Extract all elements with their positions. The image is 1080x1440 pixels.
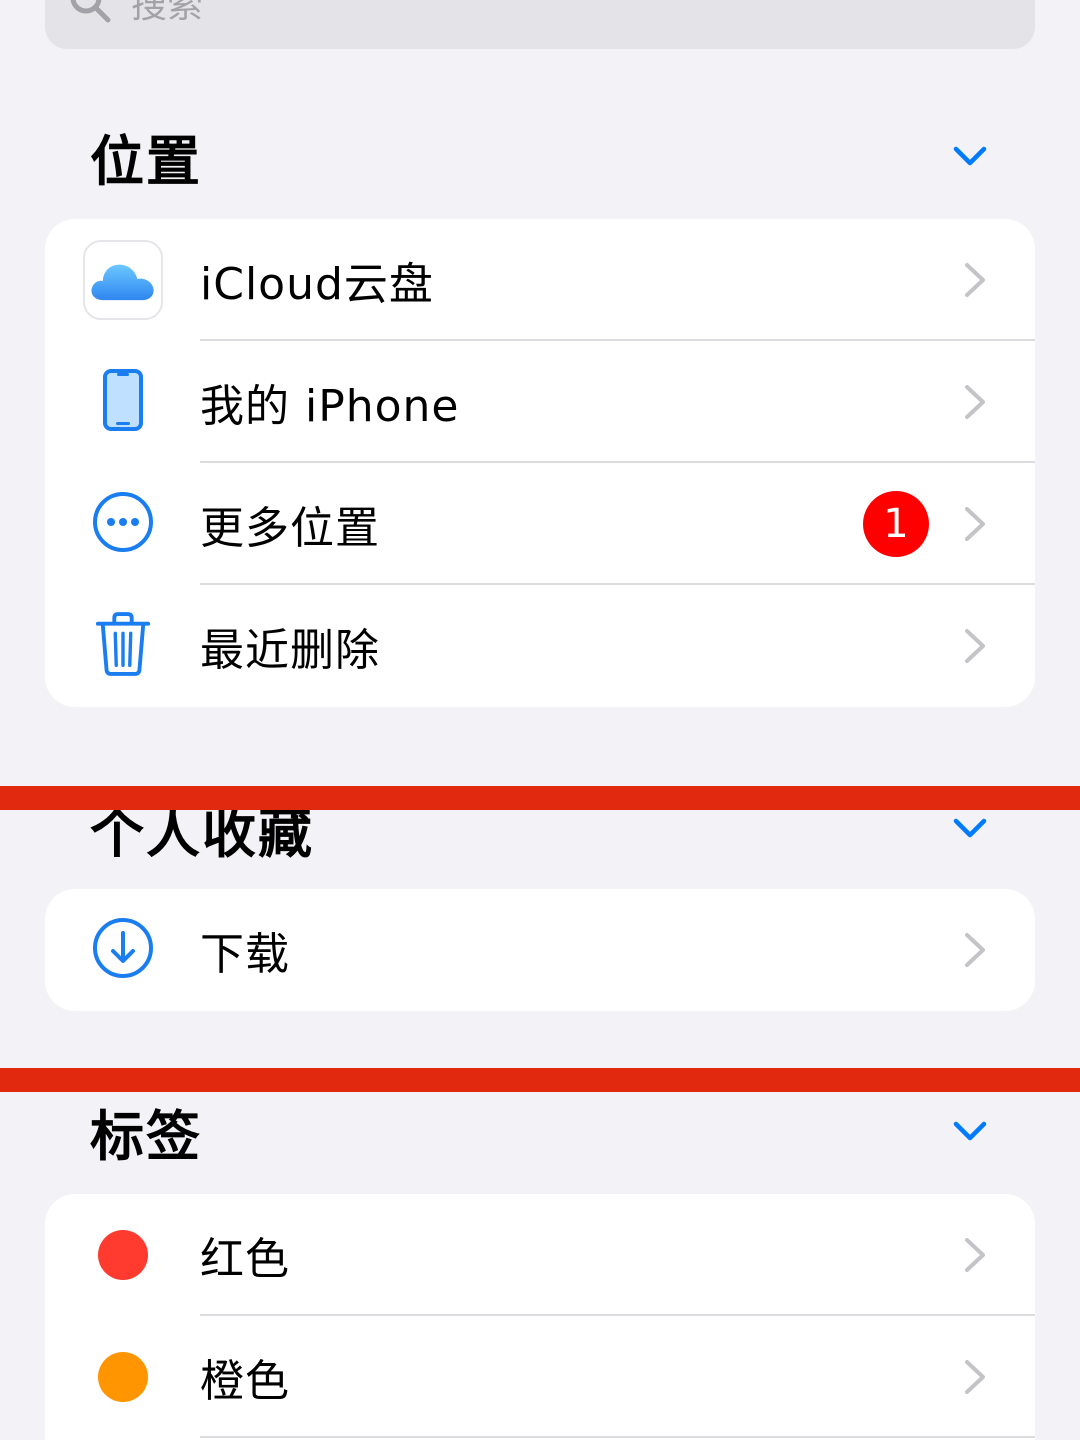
list-item-downloads[interactable]: 下载	[45, 889, 1035, 1011]
search-input[interactable]: 搜索	[45, 0, 1035, 49]
chevron-right-icon	[963, 1235, 987, 1275]
chevron-right-icon	[963, 382, 987, 422]
list-item-tag-orange[interactable]: 橙色	[45, 1316, 1035, 1438]
chevron-right-icon	[963, 626, 987, 666]
list-item-label: 最近删除	[200, 625, 380, 676]
tags-list: 红色 橙色	[45, 1194, 1035, 1440]
chevron-right-icon	[963, 1357, 987, 1397]
red-tag-icon	[97, 1230, 148, 1280]
section-title-locations: 位置	[90, 129, 202, 193]
orange-tag-icon	[97, 1352, 148, 1402]
list-item-label: 更多位置	[200, 503, 380, 554]
annotation-line	[0, 1068, 1080, 1092]
search-icon	[67, 0, 131, 29]
notification-badge: 1	[863, 491, 929, 557]
list-item-label: 橙色	[200, 1356, 290, 1407]
search-placeholder: 搜索	[131, 0, 204, 26]
list-item-recently-deleted[interactable]: 最近删除	[45, 585, 1035, 707]
chevron-down-icon[interactable]	[950, 808, 990, 848]
list-item-tag-red[interactable]: 红色	[45, 1194, 1035, 1316]
list-item-my-iphone[interactable]: 我的 iPhone	[45, 341, 1035, 463]
list-item-label: 红色	[200, 1234, 290, 1285]
chevron-right-icon	[963, 504, 987, 544]
chevron-down-icon[interactable]	[950, 1111, 990, 1151]
list-item-more-locations[interactable]: 更多位置 1	[45, 463, 1035, 585]
icloud-icon	[82, 240, 163, 320]
annotation-line	[0, 786, 1080, 810]
list-item-label: iCloud云盘	[200, 259, 434, 310]
list-item-label: 我的 iPhone	[200, 381, 460, 432]
favorites-list: 下载	[45, 889, 1035, 1011]
download-icon	[91, 916, 155, 984]
trash-icon	[94, 610, 152, 682]
list-item-label: 下载	[200, 929, 290, 980]
locations-list: iCloud云盘 我的 iPhone 更多位置 1 最近删除	[45, 219, 1035, 707]
chevron-right-icon	[963, 260, 987, 300]
section-title-tags: 标签	[90, 1104, 202, 1168]
tags-header[interactable]: 标签	[90, 1091, 990, 1171]
chevron-down-icon[interactable]	[950, 136, 990, 176]
chevron-right-icon	[963, 930, 987, 970]
list-item-icloud-drive[interactable]: iCloud云盘	[45, 219, 1035, 341]
more-icon	[91, 490, 155, 558]
locations-header[interactable]: 位置	[90, 116, 990, 196]
iphone-icon	[102, 368, 144, 436]
